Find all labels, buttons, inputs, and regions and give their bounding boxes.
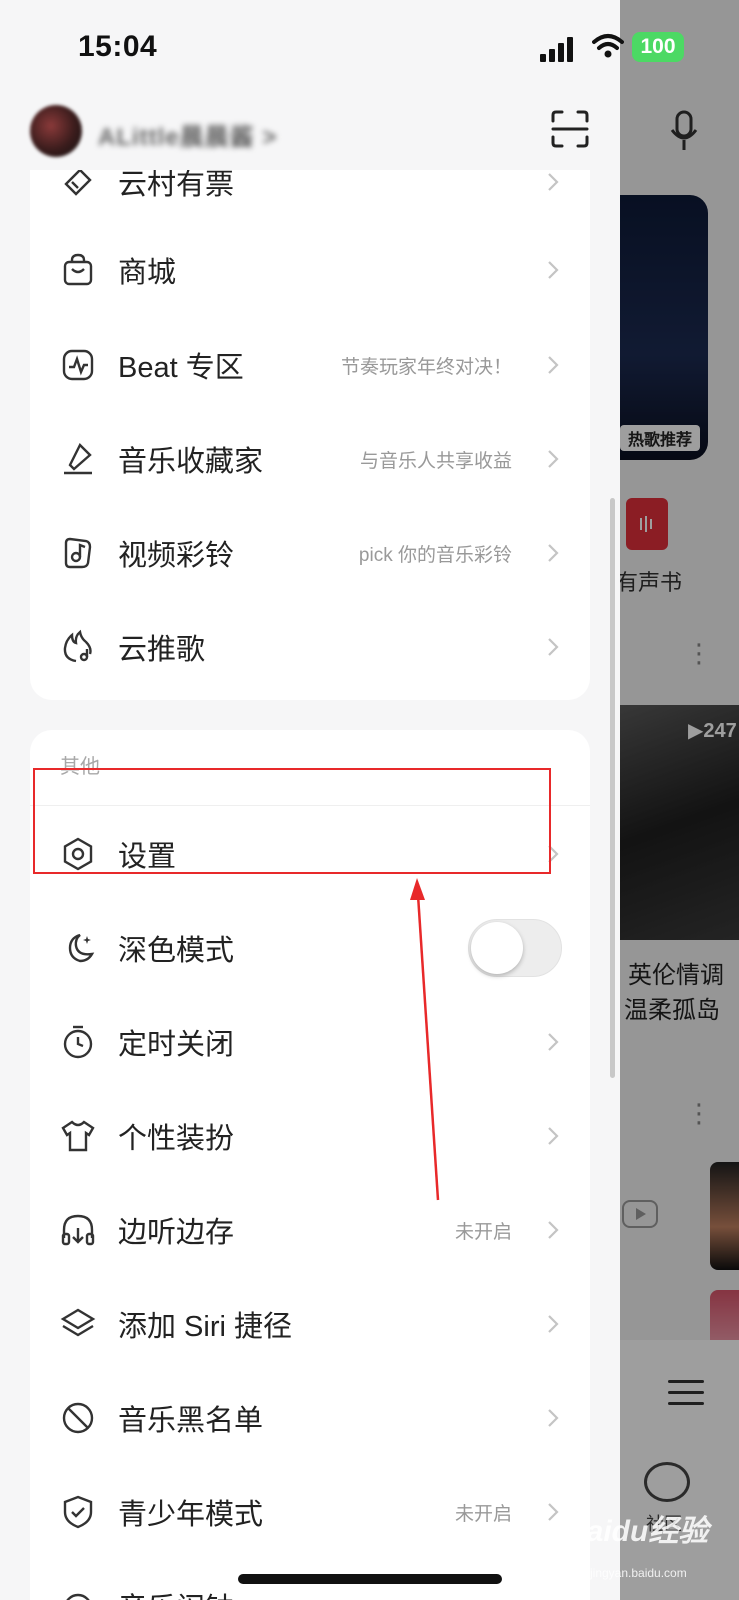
annotation-arrow [410,878,440,1201]
watermark-url: jingyan.baidu.com [590,1566,687,1580]
watermark: Baidu经验 [565,1515,709,1548]
home-indicator [238,1574,502,1584]
